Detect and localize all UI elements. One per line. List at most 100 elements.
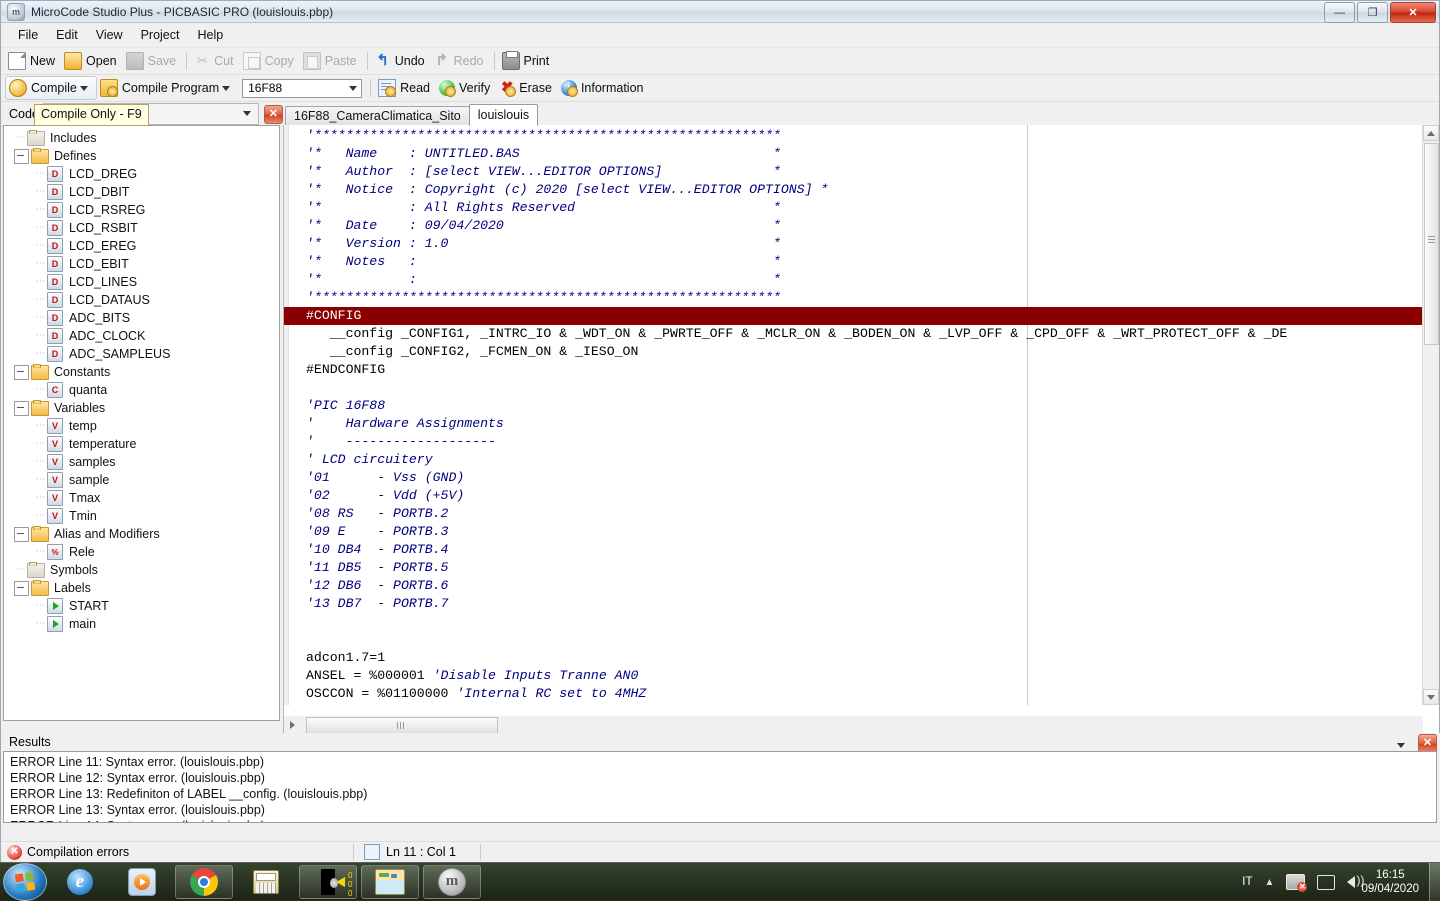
- network-error-icon[interactable]: ✕: [1286, 874, 1305, 890]
- tree-item-lcd-dbit[interactable]: ⋯DLCD_DBIT: [8, 183, 279, 201]
- tree-item-lcd-ebit[interactable]: ⋯DLCD_EBIT: [8, 255, 279, 273]
- windows-explorer-taskbar-icon[interactable]: [361, 865, 419, 899]
- tree-collapse-toggle[interactable]: [14, 581, 29, 596]
- volume-icon[interactable]: [1347, 876, 1355, 888]
- open-button[interactable]: Open: [61, 50, 123, 72]
- results-line[interactable]: ERROR Line 13: Redefiniton of LABEL __co…: [10, 786, 1436, 802]
- tab-16f88-cameraclimatica-sito[interactable]: 16F88_CameraClimatica_Sito: [285, 106, 470, 126]
- tree-item-temp[interactable]: ⋯Vtemp: [8, 417, 279, 435]
- tray-language[interactable]: IT: [1242, 876, 1252, 888]
- display-icon[interactable]: [1317, 875, 1335, 890]
- tree-item-lcd-dreg[interactable]: ⋯DLCD_DREG: [8, 165, 279, 183]
- scroll-right-button[interactable]: [284, 716, 300, 733]
- tree-item-lcd-lines[interactable]: ⋯DLCD_LINES: [8, 273, 279, 291]
- windows-media-player-taskbar-icon[interactable]: [113, 865, 171, 899]
- tree-item-tmin[interactable]: ⋯VTmin: [8, 507, 279, 525]
- chevron-up-icon[interactable]: ▲: [1265, 877, 1275, 888]
- show-desktop-button[interactable]: [1429, 863, 1440, 901]
- compile-dropdown-arrow-icon[interactable]: [80, 86, 88, 91]
- tree-item-includes[interactable]: ⋯Includes: [8, 129, 279, 147]
- cut-button[interactable]: ✂ Cut: [191, 50, 239, 72]
- compile-program-dropdown-arrow-icon[interactable]: [222, 86, 230, 91]
- tree-item-adc-sampleus[interactable]: ⋯DADC_SAMPLEUS: [8, 345, 279, 363]
- tree-item-samples[interactable]: ⋯Vsamples: [8, 453, 279, 471]
- restore-button[interactable]: ❐: [1357, 2, 1388, 23]
- results-line[interactable]: ERROR Line 14: Syntax error. (louislouis…: [10, 818, 1436, 823]
- tree-item-label: Symbols: [50, 563, 98, 577]
- menu-view[interactable]: View: [87, 25, 132, 45]
- windows-start-orb[interactable]: [3, 863, 47, 901]
- editor-horizontal-scrollbar[interactable]: [284, 716, 1423, 733]
- information-button[interactable]: i Information: [558, 77, 650, 99]
- device-select[interactable]: 16F88: [242, 79, 362, 98]
- code-editor[interactable]: '***************************************…: [284, 125, 1423, 705]
- code-line: '09 E - PORTB.3: [306, 523, 1423, 541]
- google-chrome-taskbar-icon[interactable]: [175, 865, 233, 899]
- tree-item-lcd-dataus[interactable]: ⋯DLCD_DATAUS: [8, 291, 279, 309]
- menu-help[interactable]: Help: [188, 25, 232, 45]
- close-button[interactable]: ✕: [1390, 2, 1436, 23]
- microcode-studio-taskbar-icon[interactable]: m: [423, 865, 481, 899]
- internet-explorer-taskbar-icon[interactable]: e: [51, 865, 109, 899]
- tree-collapse-toggle[interactable]: [14, 401, 29, 416]
- vertical-scroll-thumb[interactable]: [1424, 143, 1439, 345]
- tree-item-start[interactable]: ⋯START: [8, 597, 279, 615]
- tree-item-defines[interactable]: Defines: [8, 147, 279, 165]
- tree-item-adc-bits[interactable]: ⋯DADC_BITS: [8, 309, 279, 327]
- menu-project[interactable]: Project: [132, 25, 189, 45]
- tree-item-main[interactable]: ⋯main: [8, 615, 279, 633]
- tree-item-temperature[interactable]: ⋯Vtemperature: [8, 435, 279, 453]
- tree-item-tmax[interactable]: ⋯VTmax: [8, 489, 279, 507]
- tree-collapse-toggle[interactable]: [14, 365, 29, 380]
- menu-edit[interactable]: Edit: [47, 25, 87, 45]
- tab-louislouis[interactable]: louislouis: [469, 104, 538, 126]
- horizontal-scroll-thumb[interactable]: [306, 717, 498, 734]
- new-button[interactable]: New: [5, 50, 61, 72]
- menu-file[interactable]: File: [9, 25, 47, 45]
- code-line: '***************************************…: [306, 289, 1423, 307]
- results-line[interactable]: ERROR Line 11: Syntax error. (louislouis…: [10, 754, 1436, 770]
- tree-collapse-toggle[interactable]: [14, 527, 29, 542]
- tree-item-lcd-rsreg[interactable]: ⋯DLCD_RSREG: [8, 201, 279, 219]
- system-tray: IT ▲ ✕ 16:15 09/04/2020: [1236, 863, 1440, 901]
- tray-clock[interactable]: 16:15 09/04/2020: [1361, 868, 1419, 896]
- verify-button[interactable]: Verify: [436, 77, 496, 99]
- tree-item-labels[interactable]: Labels: [8, 579, 279, 597]
- tree-item-symbols[interactable]: ⋯Symbols: [8, 561, 279, 579]
- tree-collapse-toggle[interactable]: [14, 149, 29, 164]
- calculator-taskbar-icon[interactable]: [237, 865, 295, 899]
- read-button[interactable]: Read: [375, 77, 436, 99]
- tree-item-alias-and-modifiers[interactable]: Alias and Modifiers: [8, 525, 279, 543]
- erase-button[interactable]: ✖ Erase: [496, 77, 558, 99]
- redo-button[interactable]: ↱ Redo: [431, 50, 490, 72]
- print-button[interactable]: Print: [499, 50, 556, 72]
- erase-button-label: Erase: [519, 81, 552, 95]
- compile-program-button[interactable]: Compile Program: [97, 77, 238, 99]
- save-button[interactable]: Save: [123, 50, 183, 72]
- code-explorer-tree[interactable]: ⋯IncludesDefines⋯DLCD_DREG⋯DLCD_DBIT⋯DLC…: [3, 125, 280, 721]
- editor-vertical-scrollbar[interactable]: [1422, 125, 1439, 705]
- paste-button[interactable]: Paste: [300, 50, 363, 72]
- scroll-up-button[interactable]: [1423, 125, 1439, 141]
- pic-programmer-taskbar-icon[interactable]: 000: [299, 865, 357, 899]
- results-dropdown-icon[interactable]: [1397, 743, 1405, 748]
- tree-item-rele[interactable]: ⋯%Rele: [8, 543, 279, 561]
- compile-button[interactable]: Compile: [5, 76, 97, 100]
- tree-item-constants[interactable]: Constants: [8, 363, 279, 381]
- tree-item-quanta[interactable]: ⋯Cquanta: [8, 381, 279, 399]
- minimize-button[interactable]: —: [1324, 2, 1355, 23]
- tree-item-adc-clock[interactable]: ⋯DADC_CLOCK: [8, 327, 279, 345]
- scroll-down-button[interactable]: [1423, 689, 1439, 705]
- code-text[interactable]: '***************************************…: [306, 127, 1423, 705]
- code-close-button[interactable]: ✕: [264, 105, 283, 124]
- tree-item-variables[interactable]: Variables: [8, 399, 279, 417]
- copy-button[interactable]: Copy: [240, 50, 300, 72]
- results-line[interactable]: ERROR Line 12: Syntax error. (louislouis…: [10, 770, 1436, 786]
- tree-item-lcd-ereg[interactable]: ⋯DLCD_EREG: [8, 237, 279, 255]
- results-list[interactable]: ERROR Line 11: Syntax error. (louislouis…: [3, 751, 1437, 823]
- results-line[interactable]: ERROR Line 13: Syntax error. (louislouis…: [10, 802, 1436, 818]
- tree-item-sample[interactable]: ⋯Vsample: [8, 471, 279, 489]
- tree-item-lcd-rsbit[interactable]: ⋯DLCD_RSBIT: [8, 219, 279, 237]
- undo-button[interactable]: ↰ Undo: [372, 50, 431, 72]
- code-line: '10 DB4 - PORTB.4: [306, 541, 1423, 559]
